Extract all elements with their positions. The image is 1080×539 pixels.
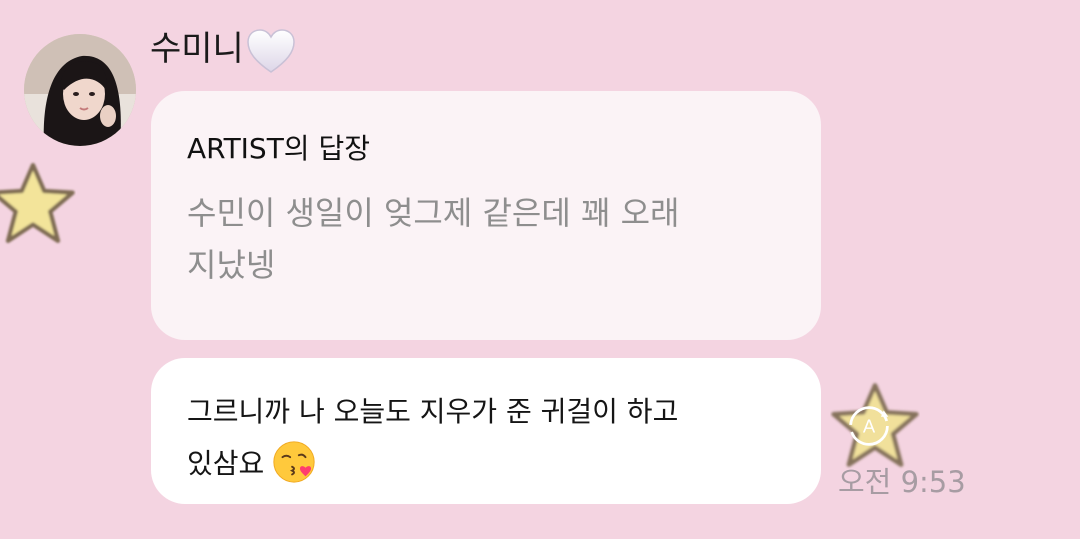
reply-quote-line: 지났넹 xyxy=(187,246,276,284)
reply-quote: 수민이 생일이 엊그제 같은데 꽤 오래 지났넹 xyxy=(187,187,785,291)
timestamp: 오전 9:53 xyxy=(838,465,966,499)
message-line: 그르니까 나 오늘도 지우가 준 귀걸이 하고 xyxy=(187,395,679,428)
message-text: 그르니까 나 오늘도 지우가 준 귀걸이 하고 있삼요 xyxy=(187,386,785,490)
white-heart-icon xyxy=(247,29,295,73)
translate-icon-label: A xyxy=(863,415,876,436)
star-sticker-icon xyxy=(0,163,75,243)
translate-icon[interactable]: A xyxy=(846,403,892,449)
message-line-2: 있삼요 xyxy=(187,438,785,490)
reply-title: ARTIST의 답장 xyxy=(187,132,370,165)
reply-bubble[interactable]: ARTIST의 답장 수민이 생일이 엊그제 같은데 꽤 오래 지났넹 xyxy=(151,91,821,340)
reply-quote-line: 수민이 생일이 엊그제 같은데 꽤 오래 xyxy=(187,194,680,232)
sender-name: 수미니 xyxy=(150,29,244,69)
kiss-emoji xyxy=(273,441,315,483)
message-line-text: 있삼요 xyxy=(187,447,265,480)
avatar[interactable] xyxy=(24,34,136,146)
message-bubble[interactable]: 그르니까 나 오늘도 지우가 준 귀걸이 하고 있삼요 xyxy=(151,358,821,504)
